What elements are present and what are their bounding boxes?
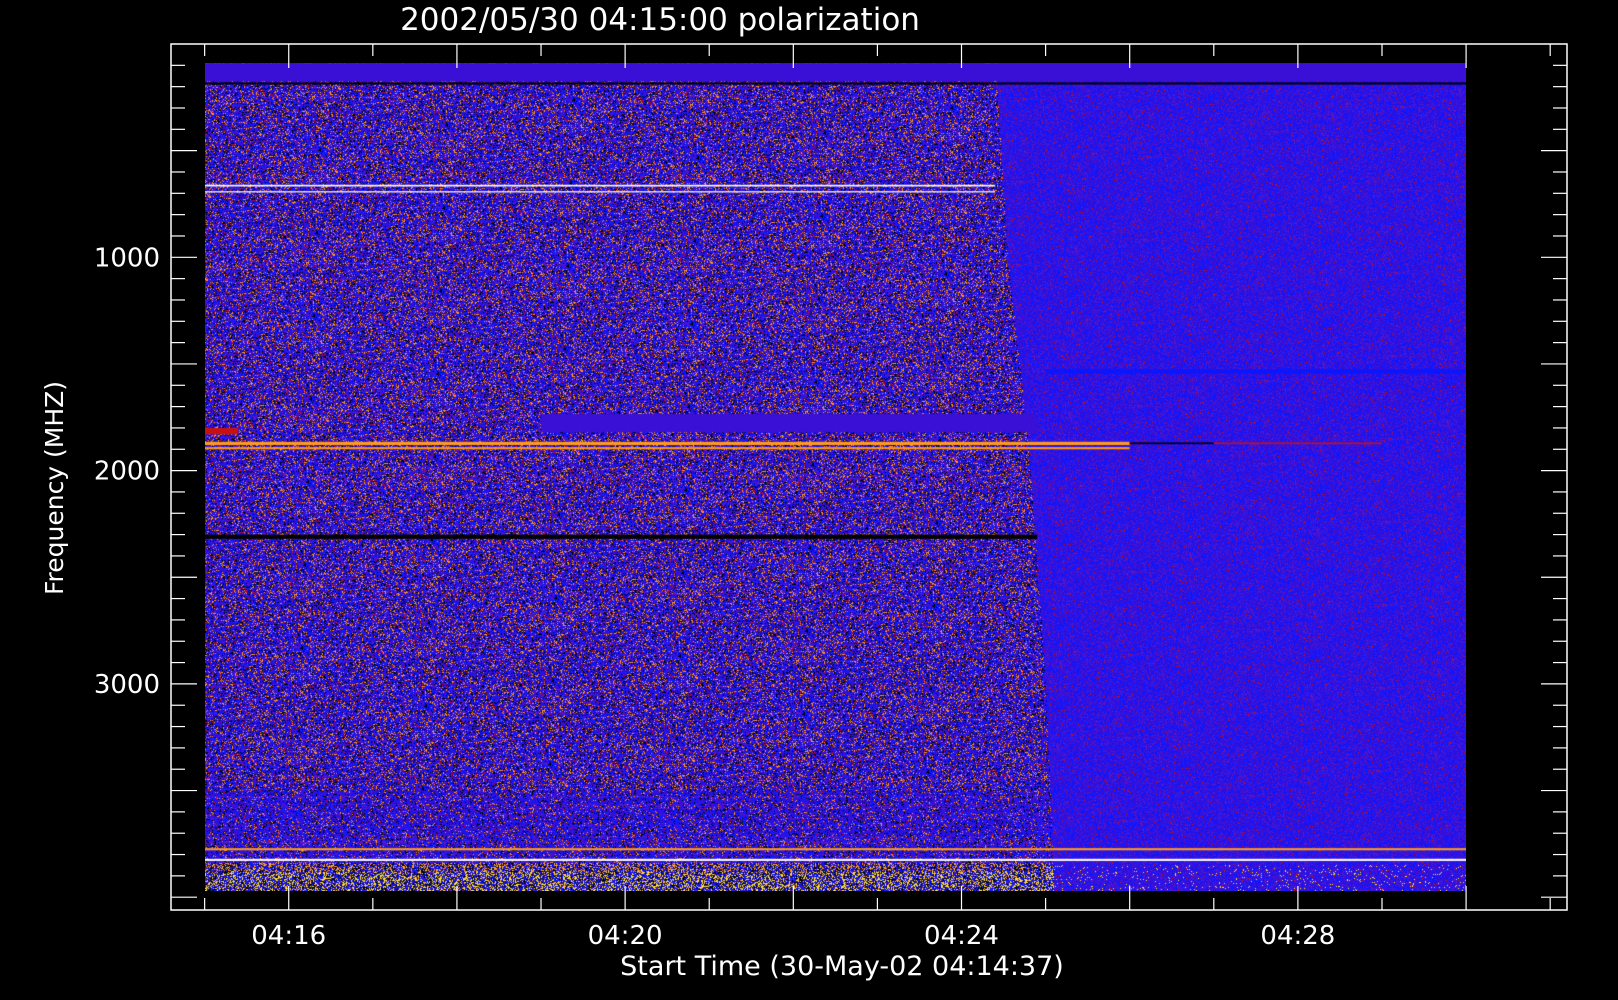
y-tick-label: 3000 [94,670,160,700]
x-tick-label: 04:28 [1260,921,1335,951]
x-axis-label: Start Time (30-May-02 04:14:37) [620,951,1064,982]
chart-title: 2002/05/30 04:15:00 polarization [400,2,920,38]
x-tick-label: 04:20 [588,921,663,951]
y-tick-label: 2000 [94,457,160,487]
y-axis-label: Frequency (MHZ) [40,381,69,595]
y-tick-label: 1000 [94,243,160,273]
spectrogram-chart: 2002/05/30 04:15:00 polarization 04:16 04… [0,0,1618,1000]
polarization-heatmap [205,63,1466,891]
x-tick-label: 04:16 [251,921,326,951]
x-tick-label: 04:24 [924,921,999,951]
